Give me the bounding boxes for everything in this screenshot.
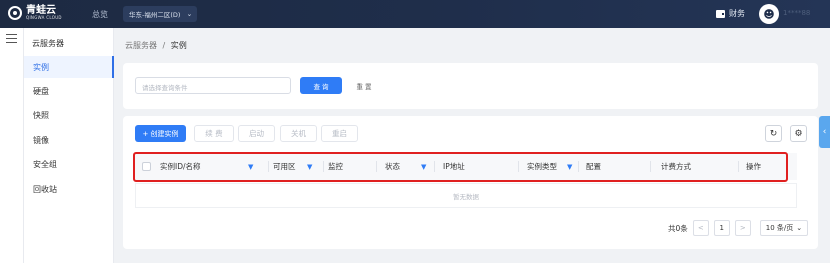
logo-icon: [8, 6, 22, 20]
nav-overview-link[interactable]: 总览: [92, 9, 108, 20]
instance-table-card: + 创建实例 续 费 启动 关机 重启 ↻ ⚙ 实例ID/名称 ▼ 可用区 ▼ …: [123, 116, 818, 249]
sidebar-item-label: 实例: [33, 62, 49, 72]
chevron-down-icon: ⌄: [796, 224, 803, 232]
user-icon: ☻: [763, 7, 775, 21]
username[interactable]: 1****88: [783, 9, 810, 17]
header-highlight-box: [133, 152, 788, 182]
shutdown-button[interactable]: 关机: [280, 125, 317, 142]
reset-button[interactable]: 重 置: [347, 77, 381, 94]
region-select[interactable]: 华东-福州二区(D) ⌄: [123, 6, 197, 22]
settings-button[interactable]: ⚙: [790, 125, 807, 142]
sidebar-title: 云服务器: [32, 39, 64, 48]
left-rail: [0, 28, 24, 263]
sidebar-item-security-groups[interactable]: 安全组: [24, 153, 114, 175]
page-number[interactable]: 1: [713, 220, 730, 236]
sidebar: 云服务器 实例 硬盘 快照 镜像 安全组 回收站: [24, 28, 114, 263]
sidebar-item-label: 快照: [33, 110, 49, 120]
query-button[interactable]: 查 询: [300, 77, 342, 94]
breadcrumb-parent[interactable]: 云服务器: [125, 41, 157, 50]
sidebar-item-label: 安全组: [33, 159, 57, 169]
sidebar-item-images[interactable]: 镜像: [24, 129, 114, 151]
refresh-icon: ↻: [769, 128, 778, 139]
sidebar-item-snapshots[interactable]: 快照: [24, 104, 114, 126]
breadcrumb-current: 实例: [170, 41, 187, 50]
chevron-down-icon: ⌄: [186, 10, 193, 18]
search-card: 请选择查询条件 查 询 重 置: [123, 63, 818, 109]
sidebar-item-disks[interactable]: 硬盘: [24, 80, 114, 102]
refresh-button[interactable]: ↻: [765, 125, 782, 142]
breadcrumb-separator: /: [162, 41, 166, 50]
wallet-icon: [716, 9, 725, 18]
page-size-select[interactable]: 10 条/页 ⌄: [759, 220, 809, 236]
search-condition-input[interactable]: 请选择查询条件: [135, 77, 291, 94]
chevron-left-icon: <: [697, 224, 704, 232]
breadcrumb: 云服务器 / 实例: [125, 40, 187, 51]
logo[interactable]: 青蛙云 QINGWA CLOUD: [8, 6, 62, 20]
finance-label: 财务: [729, 9, 745, 18]
sidebar-item-instances[interactable]: 实例: [24, 56, 114, 78]
restart-button[interactable]: 重启: [321, 125, 358, 142]
top-bar: 青蛙云 QINGWA CLOUD 总览 华东-福州二区(D) ⌄ 财务 ☻ 1*…: [0, 0, 830, 28]
gear-icon: ⚙: [794, 128, 803, 139]
chevron-right-icon: >: [739, 224, 746, 232]
chevron-left-icon: ‹: [822, 127, 827, 137]
side-panel-toggle[interactable]: ‹: [819, 116, 830, 148]
sidebar-item-label: 回收站: [33, 184, 57, 194]
menu-icon[interactable]: [6, 34, 17, 43]
logo-subtitle: QINGWA CLOUD: [26, 15, 62, 20]
renew-button[interactable]: 续 费: [194, 125, 234, 142]
region-label: 华东-福州二区(D): [129, 11, 181, 19]
start-button[interactable]: 启动: [238, 125, 275, 142]
finance-link[interactable]: 财务: [716, 8, 745, 19]
total-count: 共0条: [668, 223, 688, 233]
sidebar-item-label: 硬盘: [33, 86, 49, 96]
next-page-button[interactable]: >: [734, 220, 751, 236]
sidebar-item-label: 镜像: [33, 135, 49, 145]
prev-page-button[interactable]: <: [692, 220, 709, 236]
avatar[interactable]: ☻: [759, 4, 779, 24]
sidebar-item-recycle-bin[interactable]: 回收站: [24, 178, 114, 200]
pagination: 共0条 < 1 > 10 条/页 ⌄: [668, 220, 809, 236]
empty-state: 暂无数据: [135, 183, 797, 208]
create-instance-button[interactable]: + 创建实例: [135, 125, 186, 142]
